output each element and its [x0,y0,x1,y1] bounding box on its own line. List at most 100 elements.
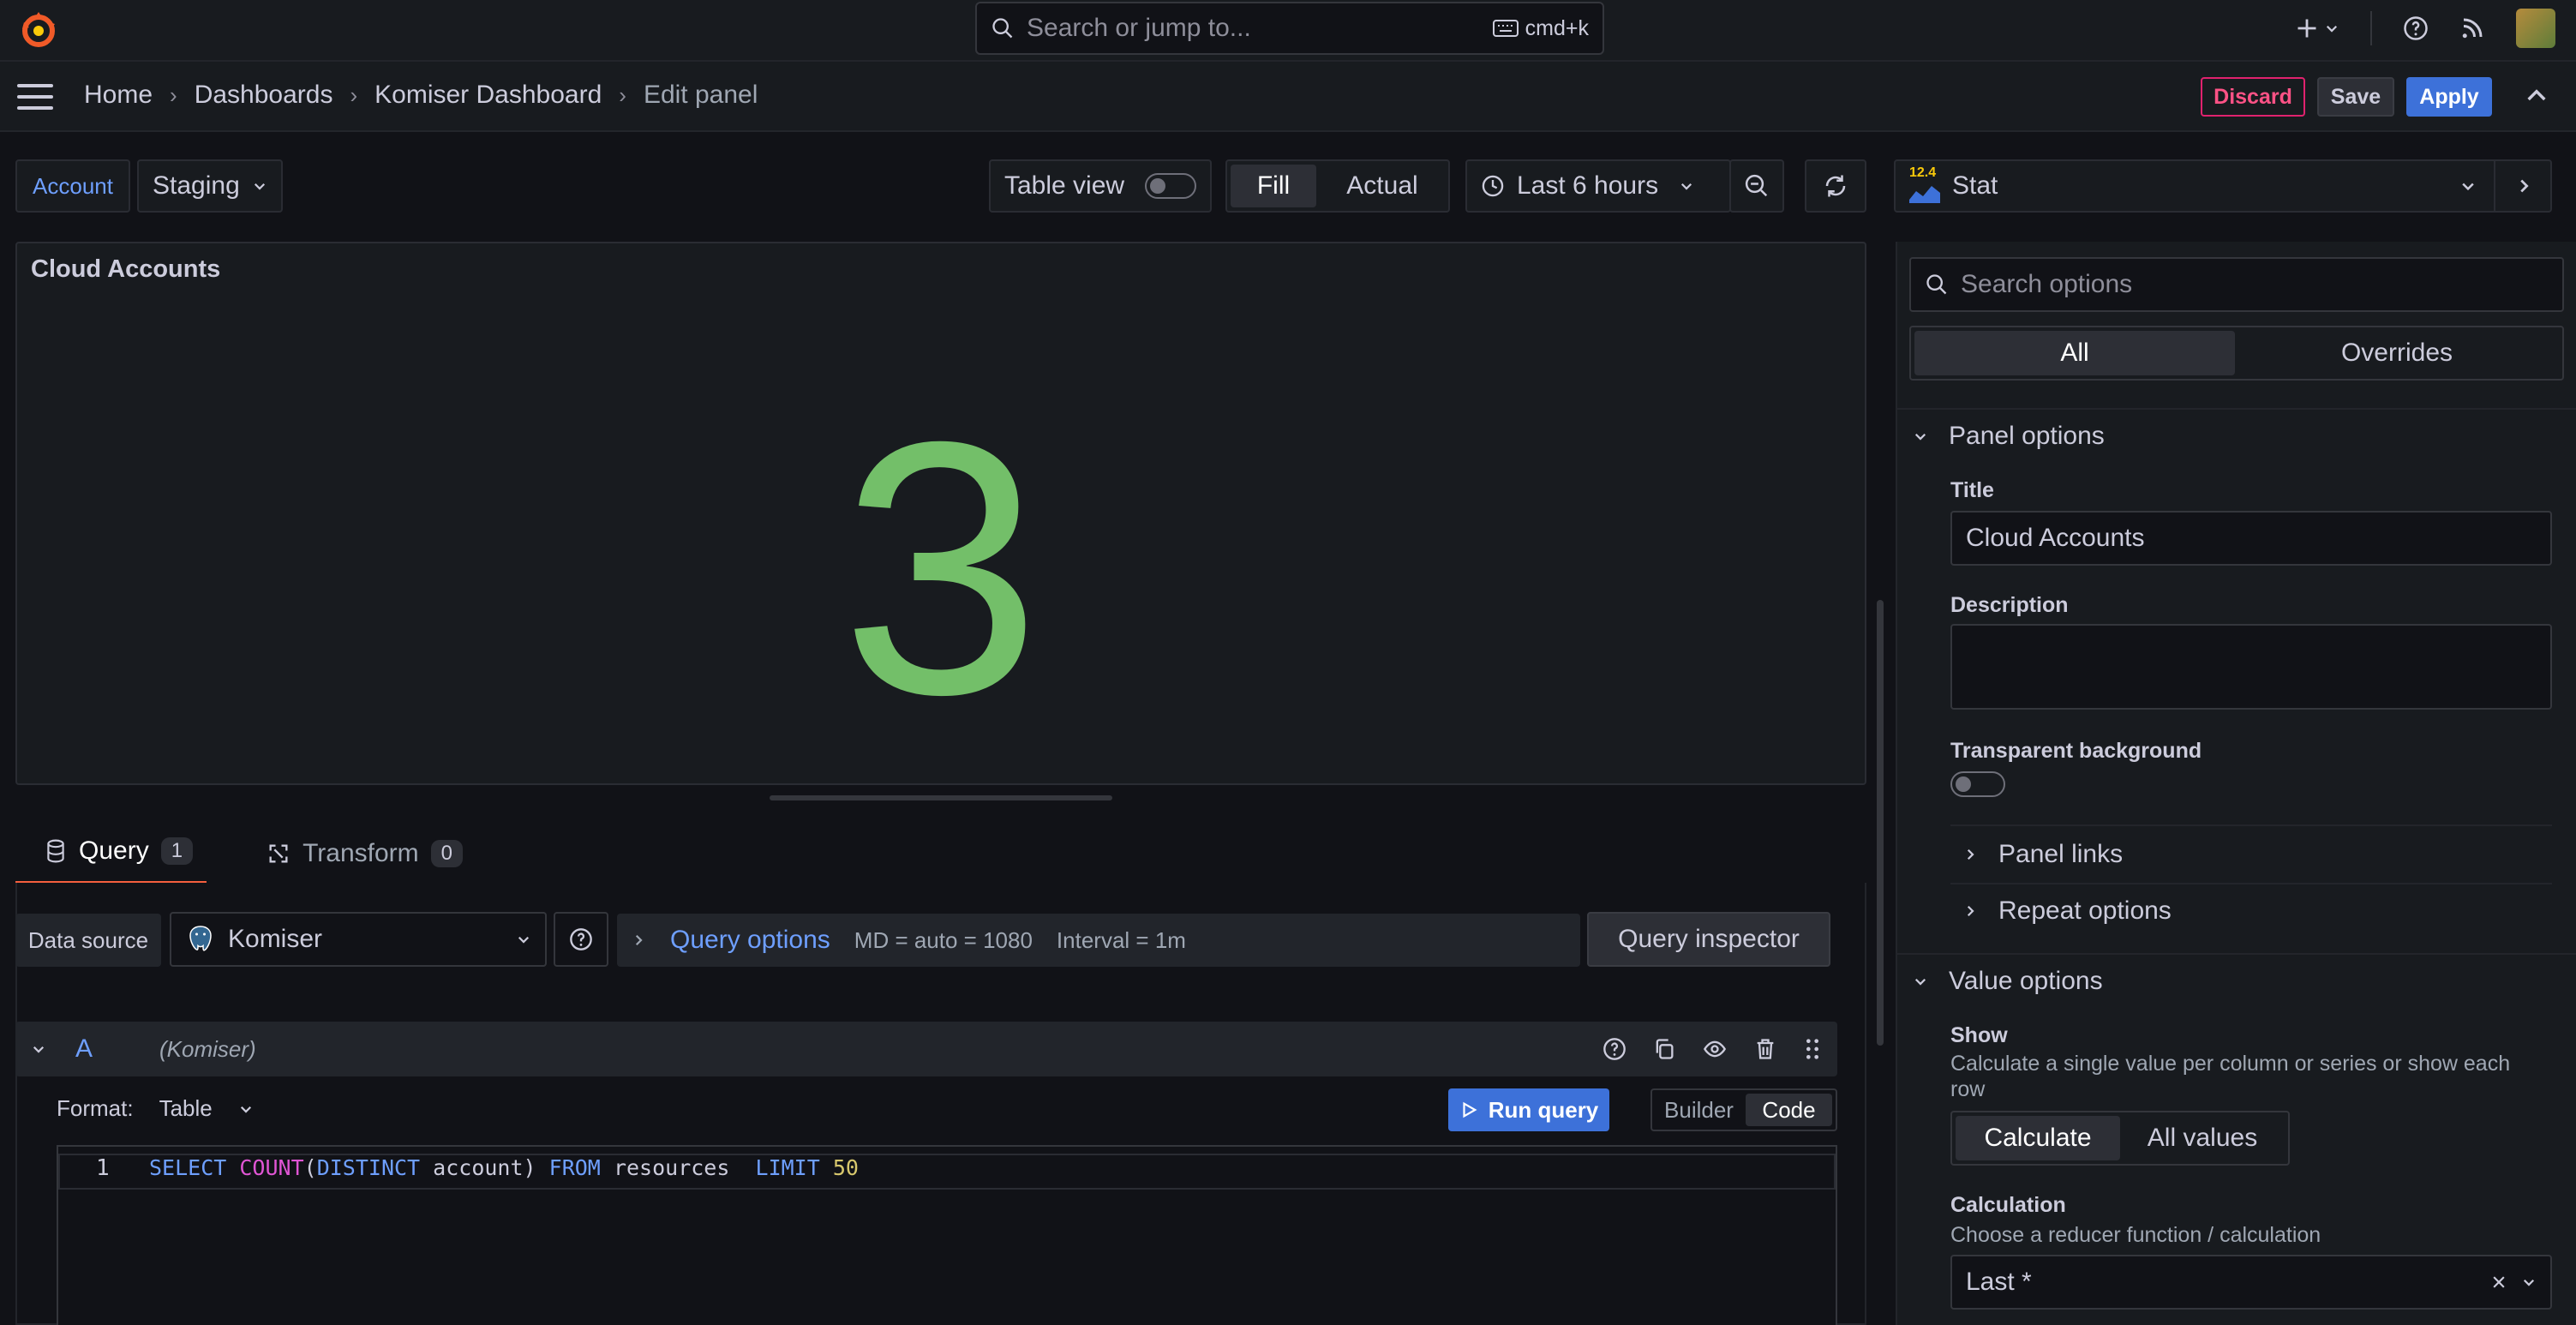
search-icon [992,18,1013,39]
grafana-logo-icon[interactable] [17,9,60,51]
search-options-input[interactable]: Search options [1909,257,2564,312]
time-range-picker[interactable]: Last 6 hours [1465,159,1731,213]
query-inspector-button[interactable]: Query inspector [1587,912,1830,967]
clear-icon[interactable] [2490,1274,2507,1291]
keyboard-icon [1492,20,1519,37]
builder-option[interactable]: Builder [1656,1094,1742,1126]
table-view-switch[interactable] [1145,173,1196,199]
show-mode-switch: Calculate All values [1950,1111,2290,1166]
all-values-option[interactable]: All values [2120,1116,2285,1160]
sql-code[interactable]: SELECT COUNT(DISTINCT account) FROM reso… [149,1155,859,1180]
calculation-description: Choose a reducer function / calculation [1950,1223,2321,1247]
fill-option[interactable]: Fill [1231,165,1316,207]
transparent-background-switch[interactable] [1950,771,2005,797]
chevron-down-icon [1914,978,1926,986]
title-input[interactable]: Cloud Accounts [1950,511,2552,566]
actual-option[interactable]: Actual [1320,165,1445,207]
stat-viz-icon: 12.4 [1909,165,1940,203]
section-value-options[interactable]: Value options [1913,967,2103,996]
fill-actual-switch: Fill Actual [1225,159,1450,213]
news-feed-icon[interactable] [2459,15,2485,41]
calculate-option[interactable]: Calculate [1956,1116,2120,1160]
query-ref-id[interactable]: A [75,1034,93,1064]
splitter-handle[interactable] [770,795,1112,800]
sql-editor[interactable]: 1 SELECT COUNT(DISTINCT account) FROM re… [57,1145,1837,1325]
chevron-down-icon [254,183,266,190]
section-panel-links-label: Panel links [1998,840,2124,868]
vertical-scrollbar[interactable] [1877,600,1884,1046]
visualization-type: Stat [1952,171,1998,200]
show-label: Show [1950,1023,2008,1047]
section-panel-options[interactable]: Panel options [1913,422,2105,451]
code-option[interactable]: Code [1746,1094,1832,1126]
breadcrumb-home[interactable]: Home [84,81,153,110]
search-options-placeholder: Search options [1961,270,2133,298]
chevron-down-icon [2523,1279,2535,1286]
options-divider [1950,824,2552,826]
section-repeat-options[interactable]: Repeat options [1962,896,2172,926]
options-divider [1896,953,2576,955]
format-value: Table [159,1095,213,1121]
transform-icon [269,844,288,863]
postgres-icon [189,926,212,951]
format-select[interactable]: Table [159,1095,254,1122]
datasource-help-button[interactable] [554,912,608,967]
table-view-toggle[interactable]: Table view [989,159,1212,213]
datasource-label: Data source [15,914,161,967]
chevron-down-icon [1914,433,1926,441]
drag-handle-icon[interactable] [1803,1037,1822,1061]
datasource-value: Komiser [228,925,323,953]
save-button[interactable]: Save [2317,77,2394,117]
tab-transform[interactable]: Transform 0 [237,828,476,886]
help-icon[interactable] [1603,1037,1626,1061]
zoom-out-icon [1745,174,1768,197]
help-icon[interactable] [2403,15,2429,41]
top-divider [2370,11,2372,45]
add-new-icon[interactable] [2295,16,2339,40]
eye-icon[interactable] [1702,1037,1728,1061]
menu-icon[interactable] [17,84,53,110]
query-options-label[interactable]: Query options [670,926,830,955]
user-avatar[interactable] [2516,9,2555,48]
title-label: Title [1950,478,1994,502]
datasource-select[interactable]: Komiser [170,912,547,967]
apply-button[interactable]: Apply [2406,77,2492,117]
filter-overrides[interactable]: Overrides [2235,331,2559,375]
tab-query[interactable]: Query 1 [15,828,207,886]
visualization-picker[interactable]: 12.4 Stat [1894,159,2552,213]
options-pane-toggle[interactable] [2494,159,2552,213]
query-datasource-name: (Komiser) [159,1035,256,1062]
breadcrumb-dashboard[interactable]: Komiser Dashboard [374,81,602,110]
description-textarea[interactable] [1950,624,2552,710]
time-range-label: Last 6 hours [1517,171,1659,200]
search-shortcut: cmd+k [1492,16,1589,41]
section-panel-links[interactable]: Panel links [1962,840,2123,869]
format-selector: Format: Table [57,1095,254,1122]
chevron-right-icon [1967,905,1974,917]
search-bar[interactable]: Search or jump to... cmd+k [975,2,1604,55]
chevron-down-icon [518,936,530,944]
breadcrumb-dashboards[interactable]: Dashboards [195,81,333,110]
chevron-up-icon[interactable] [2523,82,2550,110]
transparent-background-label: Transparent background [1950,739,2202,763]
sql-table: resources [613,1155,730,1180]
breadcrumb-separator-icon: › [619,81,626,108]
panel-preview: Cloud Accounts 3 [15,242,1866,785]
query-options-md: MD = auto = 1080 [854,926,1033,953]
calculation-select[interactable]: Last * [1950,1255,2552,1310]
variable-account-select[interactable]: Staging [137,159,283,213]
search-icon [1926,274,1947,295]
discard-button[interactable]: Discard [2201,77,2305,117]
refresh-button[interactable] [1805,159,1866,213]
duplicate-icon[interactable] [1652,1037,1676,1061]
database-icon [47,839,64,863]
chevron-right-icon [635,934,643,946]
chevron-down-icon[interactable] [31,1041,46,1057]
top-icons [2295,0,2576,57]
run-query-button[interactable]: Run query [1448,1088,1609,1131]
trash-icon[interactable] [1753,1037,1777,1061]
sql-keyword-distinct: DISTINCT [316,1155,421,1180]
zoom-out-button[interactable] [1729,159,1784,213]
query-options-bar[interactable]: Query options MD = auto = 1080 Interval … [617,914,1580,967]
filter-all[interactable]: All [1914,331,2235,375]
